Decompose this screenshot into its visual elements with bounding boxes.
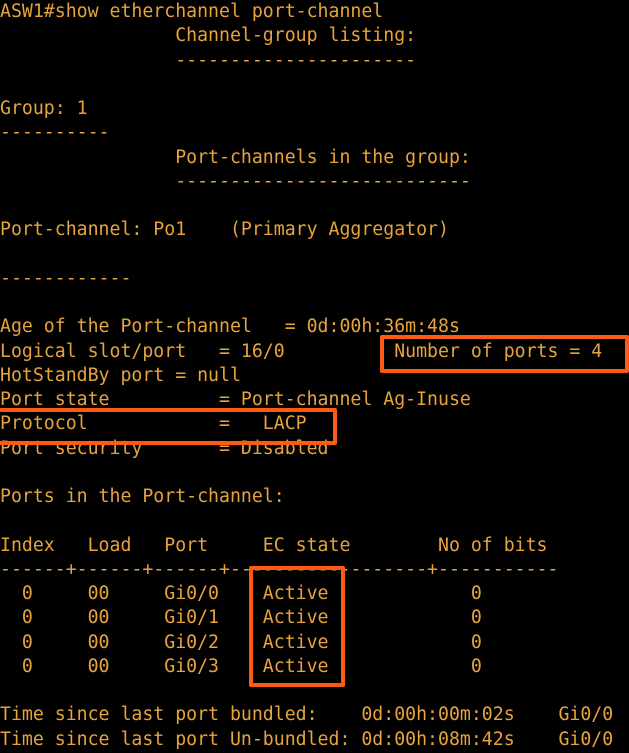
terminal-line-listing-rule: ----------------------	[0, 50, 417, 71]
terminal-line-portchannels-rule: ---------------------------	[0, 171, 471, 192]
table-row: 0 00 Gi0/1 Active 0	[0, 607, 482, 628]
terminal-line-port-state: Port state = Port-channel Ag-Inuse	[0, 389, 471, 410]
terminal-line-table-header: Index Load Port EC state No of bits	[0, 535, 548, 556]
terminal-line-table-rule: ------+------+------+------------------+…	[0, 559, 559, 580]
terminal-line-port-security: Port security = Disabled	[0, 438, 329, 459]
table-row: 0 00 Gi0/3 Active 0	[0, 656, 482, 677]
terminal-line-hotstandby: HotStandBy port = null	[0, 365, 241, 386]
terminal-line-listing-title: Channel-group listing:	[0, 25, 417, 46]
terminal-line-separator: ------------	[0, 268, 132, 289]
terminal-line-age: Age of the Port-channel = 0d:00h:36m:48s	[0, 316, 460, 337]
terminal-window[interactable]: ASW1#show etherchannel port-channel Chan…	[0, 0, 629, 753]
table-row: 0 00 Gi0/0 Active 0	[0, 583, 482, 604]
terminal-line-protocol: Protocol = LACP	[0, 413, 307, 434]
table-row: 0 00 Gi0/2 Active 0	[0, 632, 482, 653]
terminal-line-group: Group: 1	[0, 98, 88, 119]
terminal-line-group-rule: ----------	[0, 122, 110, 143]
terminal-line-last-bundled: Time since last port bundled: 0d:00h:00m…	[0, 704, 614, 725]
terminal-line-logical-slot: Logical slot/port = 16/0 Number of ports…	[0, 341, 603, 362]
terminal-line-ports-heading: Ports in the Port-channel:	[0, 486, 285, 507]
terminal-line-last-unbundled: Time since last port Un-bundled: 0d:00h:…	[0, 729, 614, 750]
terminal-line-port-channel: Port-channel: Po1 (Primary Aggregator)	[0, 219, 449, 240]
terminal-line-command: ASW1#show etherchannel port-channel	[0, 1, 384, 22]
terminal-line-portchannels-title: Port-channels in the group:	[0, 147, 471, 168]
